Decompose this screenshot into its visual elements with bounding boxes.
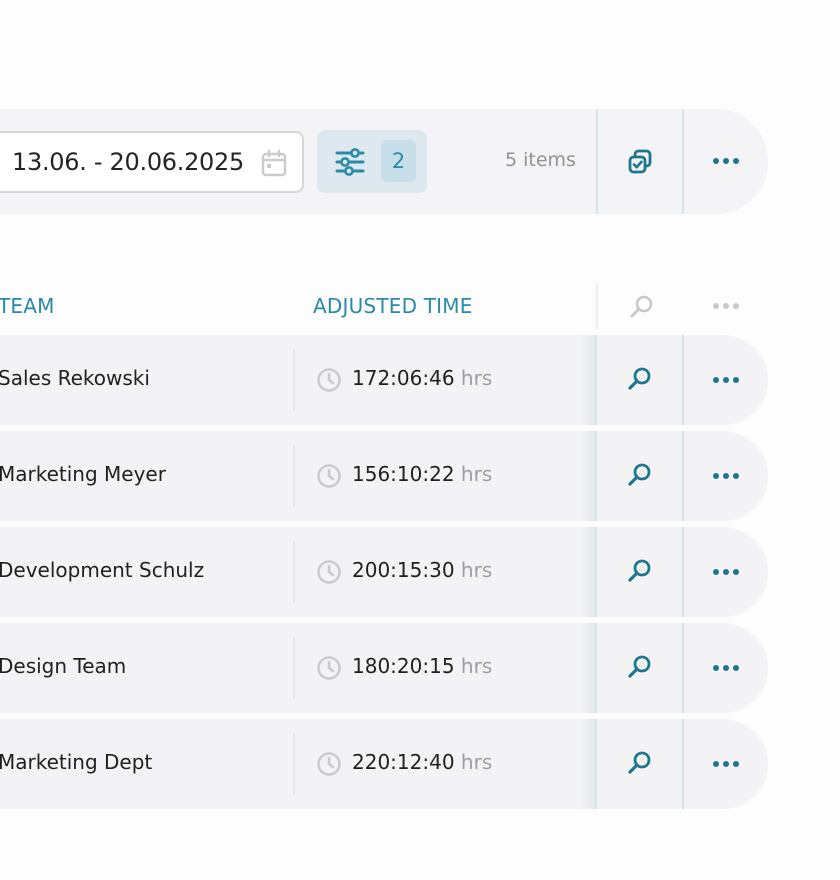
date-range-value: 13.06. - 20.06.2025: [12, 148, 244, 176]
row-shade: [580, 335, 596, 425]
more-icon[interactable]: [713, 377, 739, 383]
row-shade: [580, 527, 596, 617]
clock-icon: [316, 463, 342, 493]
column-divider: [293, 445, 295, 507]
time-value: 180:20:15: [352, 654, 455, 678]
search-icon[interactable]: [627, 654, 653, 684]
header-divider: [596, 283, 598, 329]
column-header-adjusted-time[interactable]: ADJUSTED TIME: [313, 294, 473, 318]
adjusted-time: 156:10:22 hrs: [352, 462, 492, 486]
team-name: Sales Rekowski: [0, 366, 150, 390]
more-icon: [713, 303, 739, 309]
row-divider: [682, 719, 684, 809]
filter-count-badge: 2: [381, 140, 416, 182]
column-header-team[interactable]: TEAM: [0, 294, 55, 318]
time-value: 220:12:40: [352, 750, 455, 774]
row-divider: [595, 527, 597, 617]
filter-button[interactable]: 2: [317, 130, 427, 193]
search-icon[interactable]: [627, 462, 653, 492]
clock-icon: [316, 367, 342, 397]
column-divider: [293, 733, 295, 795]
table-row[interactable]: Sales Rekowski 172:06:46 hrs: [0, 335, 768, 425]
adjusted-time: 200:15:30 hrs: [352, 558, 492, 582]
row-shade: [580, 719, 596, 809]
adjusted-time: 172:06:46 hrs: [352, 366, 492, 390]
column-divider: [293, 541, 295, 603]
clock-icon: [316, 559, 342, 589]
more-icon[interactable]: [713, 665, 739, 671]
time-unit: hrs: [460, 366, 493, 390]
row-divider: [595, 335, 597, 425]
clock-icon: [316, 655, 342, 685]
time-value: 172:06:46: [352, 366, 455, 390]
more-icon[interactable]: [713, 158, 739, 164]
adjusted-time: 220:12:40 hrs: [352, 750, 492, 774]
time-unit: hrs: [460, 462, 493, 486]
time-unit: hrs: [460, 558, 493, 582]
search-icon[interactable]: [627, 750, 653, 780]
row-shade: [580, 431, 596, 521]
search-icon: [629, 294, 655, 324]
row-divider: [682, 335, 684, 425]
calendar-icon[interactable]: [261, 149, 287, 181]
team-name: Marketing Dept: [0, 750, 153, 774]
more-icon[interactable]: [713, 473, 739, 479]
table-row[interactable]: Marketing Dept 220:12:40 hrs: [0, 719, 768, 809]
copy-icon[interactable]: [627, 149, 653, 179]
toolbar-divider: [596, 109, 598, 214]
row-divider: [682, 431, 684, 521]
row-divider: [595, 623, 597, 713]
search-icon[interactable]: [627, 366, 653, 396]
row-shade: [580, 623, 596, 713]
column-divider: [293, 637, 295, 699]
row-divider: [682, 527, 684, 617]
search-icon[interactable]: [627, 558, 653, 588]
filter-sliders-icon: [335, 148, 365, 180]
team-name: Design Team: [0, 654, 127, 678]
row-divider: [595, 431, 597, 521]
adjusted-time: 180:20:15 hrs: [352, 654, 492, 678]
time-value: 200:15:30: [352, 558, 455, 582]
clock-icon: [316, 751, 342, 781]
toolbar-divider: [682, 109, 684, 214]
table-row[interactable]: Marketing Meyer 156:10:22 hrs: [0, 431, 768, 521]
row-divider: [595, 719, 597, 809]
time-unit: hrs: [460, 750, 493, 774]
date-range-field[interactable]: 13.06. - 20.06.2025: [0, 131, 304, 193]
team-name: Marketing Meyer: [0, 462, 166, 486]
time-value: 156:10:22: [352, 462, 455, 486]
time-unit: hrs: [460, 654, 493, 678]
table-row[interactable]: Design Team 180:20:15 hrs: [0, 623, 768, 713]
more-icon[interactable]: [713, 569, 739, 575]
table-row[interactable]: Development Schulz 200:15:30 hrs: [0, 527, 768, 617]
page: 13.06. - 20.06.2025 2 5 items TEAM ADJUS…: [0, 0, 840, 880]
more-icon[interactable]: [713, 761, 739, 767]
row-divider: [682, 623, 684, 713]
items-count: 5 items: [505, 149, 576, 171]
column-divider: [293, 349, 295, 411]
team-name: Development Schulz: [0, 558, 205, 582]
